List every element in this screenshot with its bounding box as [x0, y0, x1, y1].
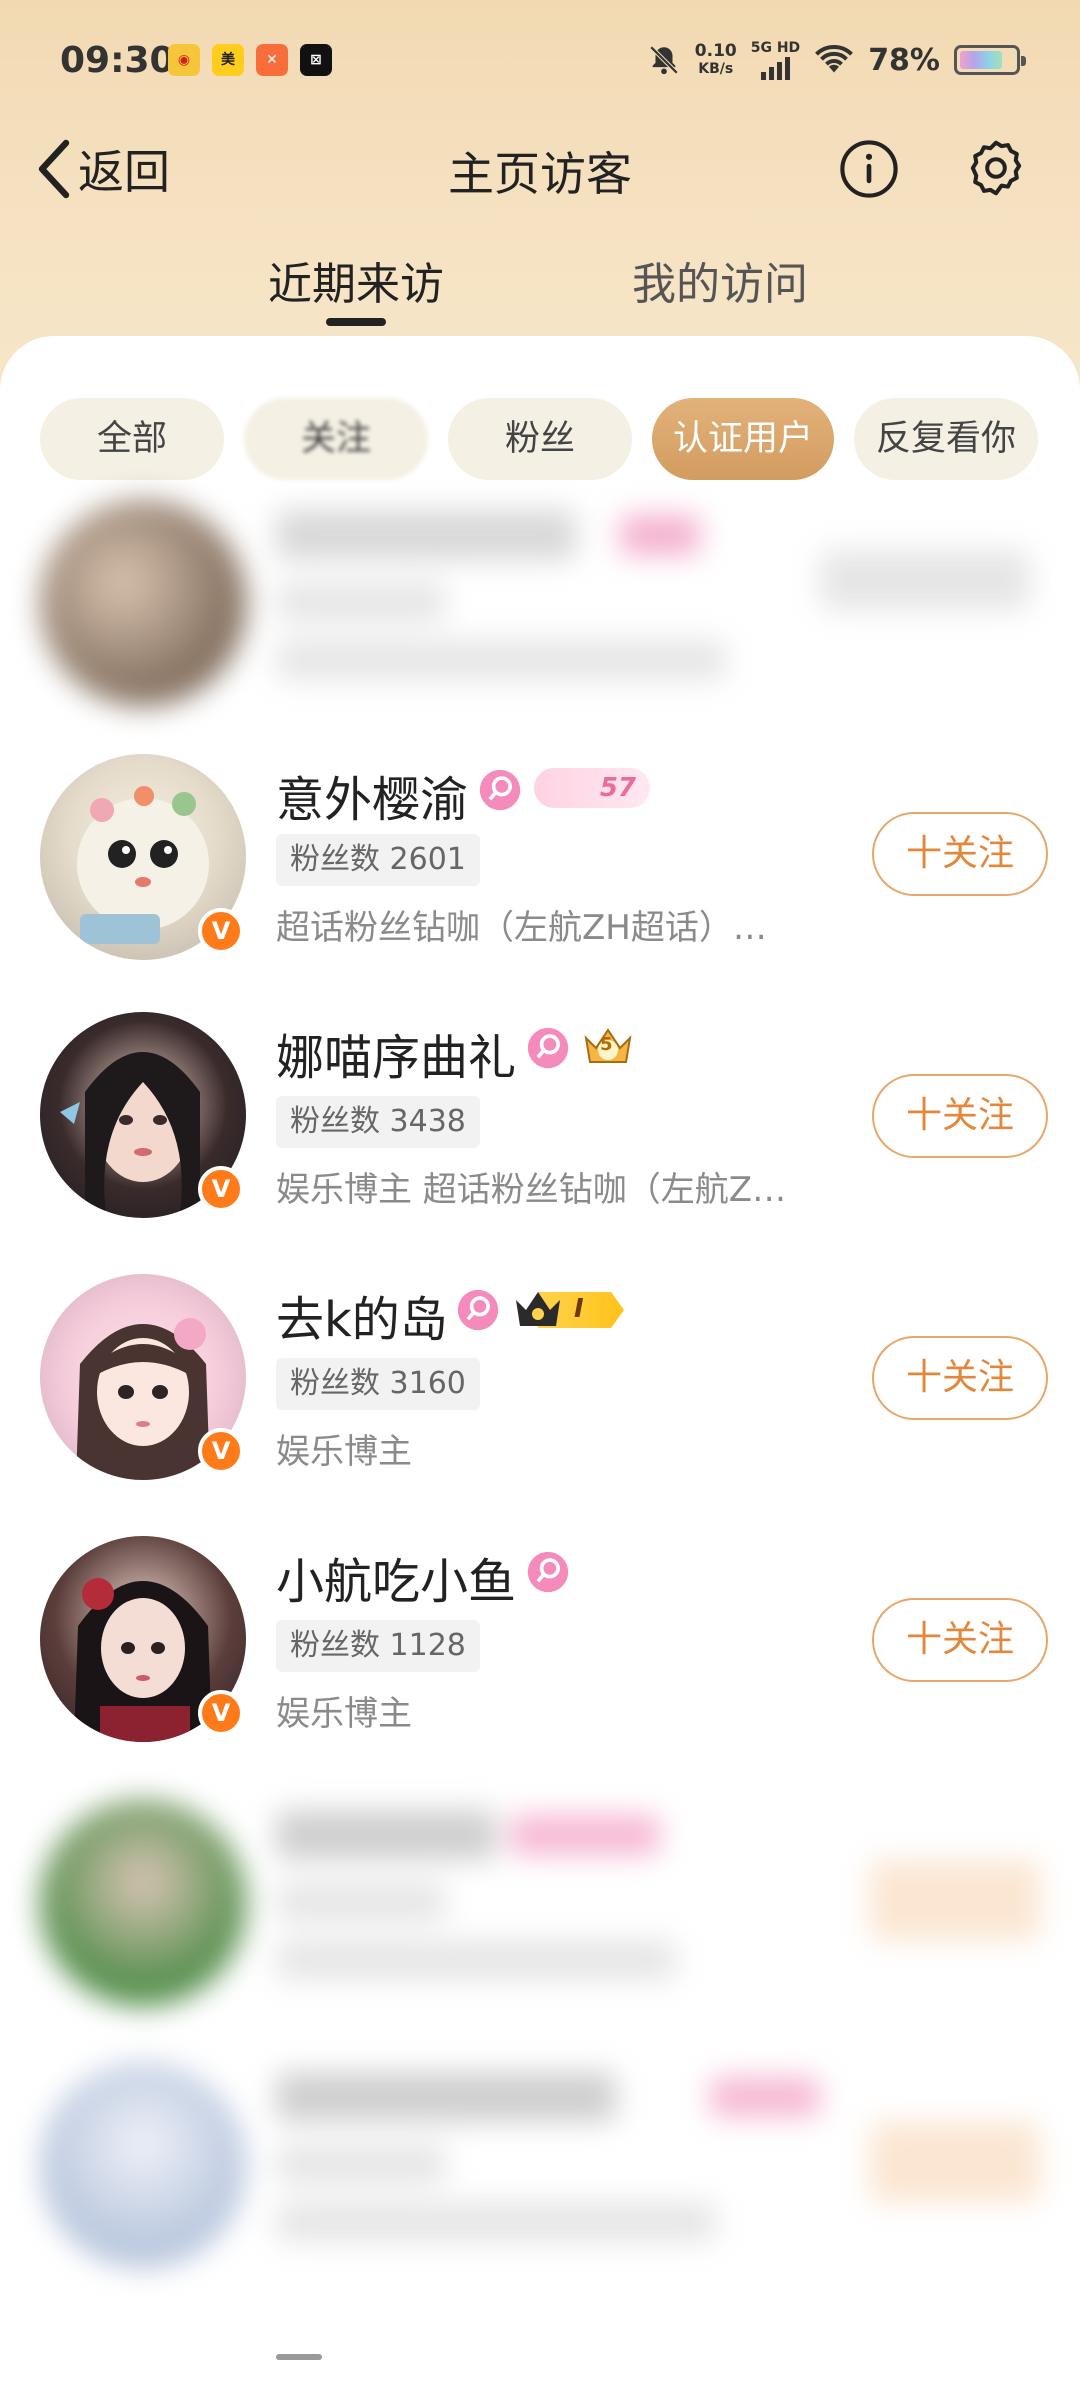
net-speed-value: 0.10: [694, 41, 737, 61]
follow-button[interactable]: 十关注: [872, 1336, 1048, 1420]
visitor-name[interactable]: 小航吃小鱼: [276, 1542, 516, 1612]
filter-chip-fans[interactable]: 粉丝: [448, 398, 632, 480]
visitor-description: 娱乐博主: [276, 1432, 412, 1472]
crown-level-badge: 5: [580, 1022, 636, 1072]
verified-badge-icon: V: [198, 1428, 244, 1474]
visitor-description: 超话粉丝钻咖（左航ZH超话）…: [276, 908, 767, 948]
fans-count: 粉丝数 3160: [276, 1358, 480, 1410]
follow-button[interactable]: 十关注: [872, 1598, 1048, 1682]
mute-bell-icon: [649, 45, 679, 75]
verified-badge-icon: V: [198, 1166, 244, 1212]
wifi-icon: [815, 45, 854, 73]
capcut-icon: ⊠: [300, 44, 332, 76]
list-item-blurred[interactable]: [0, 2052, 1080, 2312]
tab-my-visits[interactable]: 我的访问: [632, 248, 808, 312]
cell-signal: 5G HD: [751, 40, 800, 80]
level-badge: 57: [534, 768, 650, 808]
level-badge-value: 5: [600, 1034, 613, 1055]
member-badge-icon: [457, 1289, 499, 1331]
fans-count: 粉丝数 1128: [276, 1620, 480, 1672]
net-speed-unit: KB/s: [698, 61, 734, 77]
info-button[interactable]: [838, 138, 900, 200]
battery-percent: 78%: [868, 42, 940, 78]
status-time: 09:30: [60, 40, 175, 81]
net-speed: 0.10 KB/s: [695, 42, 737, 78]
app-icon: ✕: [256, 44, 288, 76]
fans-count: 粉丝数 2601: [276, 834, 480, 886]
avatar: [40, 1800, 246, 2006]
verified-badge-icon: V: [198, 908, 244, 954]
meituan-icon: 美: [212, 44, 244, 76]
member-badge-icon: [527, 1551, 569, 1593]
filter-chip-all[interactable]: 全部: [40, 398, 224, 480]
list-item-blurred[interactable]: [0, 490, 1080, 750]
visitor-description: 娱乐博主: [276, 1694, 412, 1734]
network-type: 5G HD: [750, 40, 801, 56]
verified-badge-icon: V: [198, 1690, 244, 1736]
tab-active-indicator: [326, 318, 386, 326]
home-indicator: [276, 2354, 322, 2360]
follow-button[interactable]: 十关注: [872, 812, 1048, 896]
filter-chip-following[interactable]: 关注: [244, 398, 428, 480]
status-bar: 09:30 ◉ 美 ✕ ⊠ 0.10 KB/s 5G HD 78%: [0, 0, 1080, 120]
crown-icon: [516, 1292, 560, 1326]
signal-bars-icon: [760, 56, 790, 80]
follow-button[interactable]: 十关注: [872, 1074, 1048, 1158]
fans-count: 粉丝数 3438: [276, 1096, 480, 1148]
member-badge-icon: [527, 1027, 569, 1069]
weibo-icon: ◉: [168, 44, 200, 76]
level-badge-value: 57: [599, 773, 636, 803]
visitor-description: 娱乐博主 超话粉丝钻咖（左航Z…: [276, 1170, 787, 1210]
status-right-cluster: 0.10 KB/s 5G HD 78%: [647, 40, 1026, 80]
info-icon: [840, 140, 898, 198]
visitor-name[interactable]: 意外樱渝: [276, 760, 468, 830]
member-badge-icon: [479, 769, 521, 811]
list-item-blurred[interactable]: [0, 1790, 1080, 2050]
level-badge-value: I: [574, 1294, 584, 1324]
filter-chip-verified[interactable]: 认证用户: [652, 398, 834, 480]
settings-button[interactable]: [964, 136, 1028, 200]
status-app-icons: ◉ 美 ✕ ⊠: [168, 44, 332, 76]
tab-recent-visits[interactable]: 近期来访: [268, 248, 444, 312]
visitor-name[interactable]: 娜喵序曲礼: [276, 1018, 516, 1088]
avatar: [40, 500, 246, 706]
visitor-name[interactable]: 去k的岛: [276, 1280, 448, 1350]
crown-level-badge: I: [512, 1286, 628, 1332]
visitor-row[interactable]: V 娜喵序曲礼 5 粉丝数 3438 娱乐博主 超话粉丝钻咖（左航Z… 十关注: [0, 1004, 1080, 1264]
visitor-row[interactable]: V 小航吃小鱼 粉丝数 1128 娱乐博主 十关注: [0, 1528, 1080, 1788]
filter-chip-repeat-viewers[interactable]: 反复看你: [854, 398, 1038, 480]
page-title: 主页访客: [448, 147, 632, 201]
gear-icon: [970, 140, 1022, 196]
avatar: [40, 2062, 246, 2268]
visitor-row[interactable]: V 去k的岛 I 粉丝数 3160 娱乐博主 十关注: [0, 1266, 1080, 1526]
battery-level: [960, 51, 1003, 69]
battery-icon: [954, 45, 1026, 75]
visitor-row[interactable]: V 意外樱渝 57 粉丝数 2601 超话粉丝钻咖（左航ZH超话）… 十关注: [0, 742, 1080, 1002]
